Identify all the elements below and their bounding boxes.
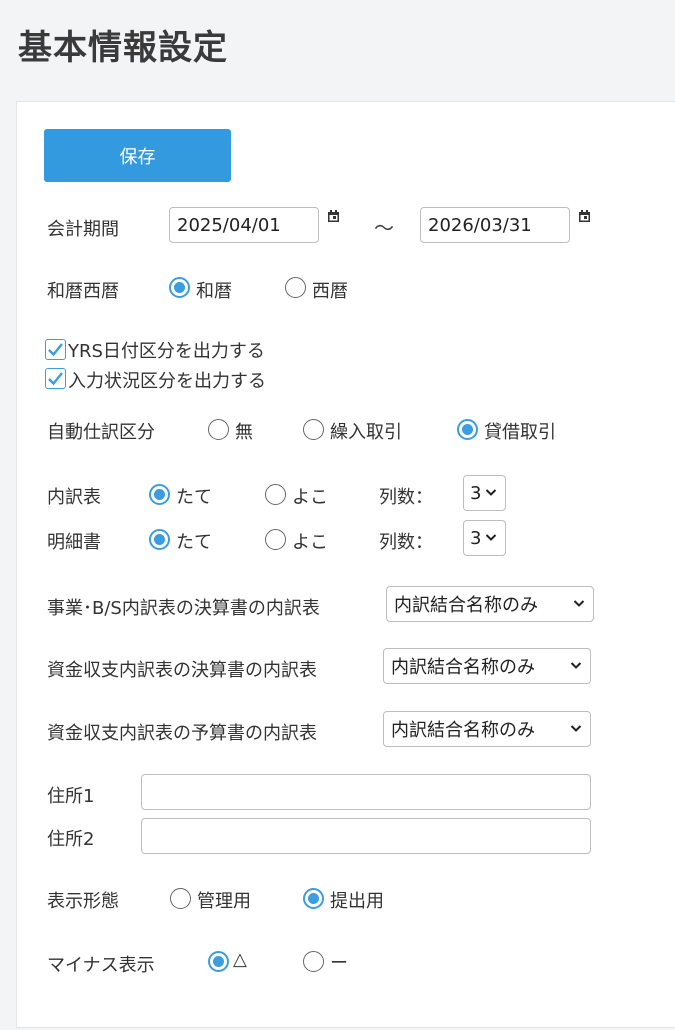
- period-end-input[interactable]: [420, 207, 570, 243]
- period-separator: ～: [374, 216, 394, 240]
- minus-display-label: マイナス表示: [47, 955, 155, 976]
- era-radio-wareki[interactable]: [169, 277, 190, 298]
- breakdown-columns-select[interactable]: 3: [463, 475, 506, 511]
- select-value: 内訳結合名称のみ: [394, 595, 538, 616]
- detail-label: 明細書: [47, 532, 101, 553]
- address1-input[interactable]: [141, 774, 591, 810]
- input-status-label: 入力状況区分を出力する: [68, 371, 266, 392]
- chevron-down-icon: [570, 662, 582, 669]
- auto-journal-option-none: 無: [235, 422, 253, 443]
- auto-journal-radio-transfer[interactable]: [303, 419, 324, 440]
- detail-columns-value: 3: [470, 527, 482, 549]
- auto-journal-option-transfer: 繰入取引: [330, 422, 402, 443]
- input-status-checkbox[interactable]: [45, 368, 66, 389]
- era-label: 和暦西暦: [47, 281, 119, 302]
- checkmark-icon: [48, 372, 63, 386]
- chevron-down-icon: [485, 534, 497, 541]
- select-fund-settlement-breakdown[interactable]: 内訳結合名称のみ: [383, 648, 591, 684]
- detail-option-horizontal: よこ: [292, 532, 328, 553]
- period-label: 会計期間: [47, 219, 119, 240]
- select-value: 内訳結合名称のみ: [391, 720, 535, 741]
- select-business-breakdown[interactable]: 内訳結合名称のみ: [386, 586, 594, 622]
- period-start-input[interactable]: [169, 207, 319, 243]
- detail-option-vertical: たて: [176, 532, 212, 553]
- display-mode-label: 表示形態: [47, 891, 119, 912]
- minus-display-radio-triangle[interactable]: [208, 951, 229, 972]
- breakdown-option-horizontal: よこ: [292, 487, 328, 508]
- minus-display-radio-dash[interactable]: [303, 951, 324, 972]
- era-option-seireki: 西暦: [312, 281, 348, 302]
- auto-journal-radio-none[interactable]: [208, 419, 229, 440]
- calendar-icon[interactable]: [328, 210, 339, 222]
- checkmark-icon: [48, 343, 63, 357]
- detail-radio-vertical[interactable]: [149, 529, 170, 550]
- breakdown-option-vertical: たて: [176, 487, 212, 508]
- breakdown-radio-horizontal[interactable]: [265, 484, 286, 505]
- breakdown-label: 内訳表: [47, 487, 101, 508]
- breakdown-columns-value: 3: [470, 482, 482, 504]
- chevron-down-icon: [573, 600, 585, 607]
- yrs-date-label: YRS日付区分を出力する: [68, 341, 265, 362]
- chevron-down-icon: [570, 725, 582, 732]
- select-label-fund-budget: 資金収支内訳表の予算書の内訳表: [47, 723, 317, 744]
- display-mode-radio-submission[interactable]: [303, 888, 324, 909]
- detail-radio-horizontal[interactable]: [265, 529, 286, 550]
- address2-label: 住所2: [47, 829, 95, 850]
- breakdown-radio-vertical[interactable]: [149, 484, 170, 505]
- select-label-business: 事業･B/S内訳表の決算書の内訳表: [47, 598, 320, 619]
- select-value: 内訳結合名称のみ: [391, 657, 535, 678]
- breakdown-columns-label: 列数：: [379, 487, 433, 508]
- minus-display-option-dash: ー: [330, 953, 348, 974]
- era-option-wareki: 和暦: [196, 281, 232, 302]
- auto-journal-label: 自動仕訳区分: [47, 422, 155, 443]
- auto-journal-option-lending: 貸借取引: [484, 422, 556, 443]
- minus-display-option-triangle: △: [233, 949, 247, 970]
- display-mode-option-submission: 提出用: [330, 891, 384, 912]
- chevron-down-icon: [485, 489, 497, 496]
- address1-label: 住所1: [47, 786, 95, 807]
- era-radio-seireki[interactable]: [285, 277, 306, 298]
- address2-input[interactable]: [141, 818, 591, 854]
- yrs-date-checkbox[interactable]: [45, 339, 66, 360]
- select-fund-budget-breakdown[interactable]: 内訳結合名称のみ: [383, 711, 591, 747]
- save-button[interactable]: 保存: [44, 129, 231, 182]
- auto-journal-radio-lending[interactable]: [457, 419, 478, 440]
- select-label-fund-settlement: 資金収支内訳表の決算書の内訳表: [47, 660, 317, 681]
- display-mode-radio-management[interactable]: [170, 888, 191, 909]
- detail-columns-label: 列数：: [379, 532, 433, 553]
- display-mode-option-management: 管理用: [197, 891, 251, 912]
- detail-columns-select[interactable]: 3: [463, 520, 506, 556]
- calendar-icon[interactable]: [579, 210, 590, 222]
- page-title: 基本情報設定: [18, 28, 228, 68]
